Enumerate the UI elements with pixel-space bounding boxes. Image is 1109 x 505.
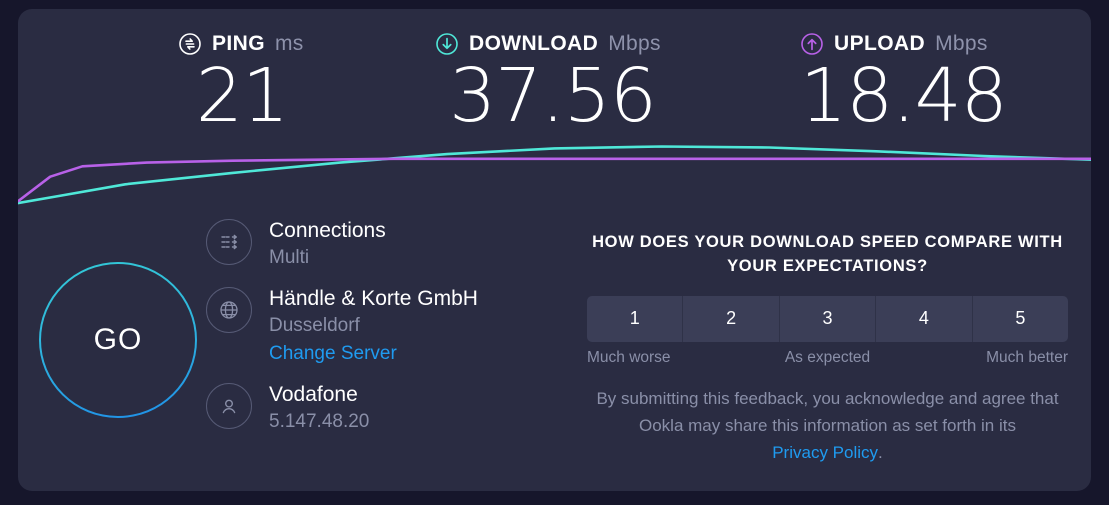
- speed-graph: [18, 139, 1091, 205]
- server-location: Dusseldorf: [269, 315, 360, 337]
- rating-button-group: 12345: [587, 295, 1068, 342]
- feedback-panel: HOW DOES YOUR DOWNLOAD SPEED COMPARE WIT…: [580, 231, 1075, 466]
- rating-button-4[interactable]: 4: [876, 295, 973, 342]
- isp-ip-address: 5.147.48.20: [269, 410, 370, 432]
- info-row-server: Händle & Korte GmbH Dusseldorf Change Se…: [206, 285, 536, 367]
- metrics-row: PING ms 21 DOWNLOAD Mbps 37.56 UPLOAD Mb…: [18, 9, 1091, 149]
- connections-title: Connections: [269, 219, 386, 242]
- rating-button-1[interactable]: 1: [587, 295, 684, 342]
- rating-button-5[interactable]: 5: [972, 295, 1068, 342]
- connections-icon: [206, 219, 252, 265]
- server-text: Händle & Korte GmbH Dusseldorf Change Se…: [269, 285, 478, 367]
- change-server-link[interactable]: Change Server: [269, 341, 397, 367]
- connections-text: Connections Multi: [269, 217, 386, 271]
- globe-icon: [206, 286, 252, 333]
- scale-label-low: Much worse: [587, 348, 671, 366]
- graph-line-download: [18, 145, 1091, 205]
- rating-button-3[interactable]: 3: [779, 295, 877, 342]
- feedback-disclaimer: By submitting this feedback, you acknowl…: [580, 385, 1075, 467]
- isp-name: Vodafone: [269, 382, 358, 406]
- connections-value: Multi: [269, 247, 310, 269]
- privacy-policy-link[interactable]: Privacy Policy: [772, 442, 878, 465]
- metric-ping-value: 21: [195, 53, 289, 139]
- person-icon: [206, 382, 252, 429]
- go-button-label: GO: [93, 323, 143, 356]
- speedtest-result-card: PING ms 21 DOWNLOAD Mbps 37.56 UPLOAD Mb…: [18, 9, 1091, 491]
- metric-ping: PING ms 21: [178, 31, 306, 133]
- rating-scale-labels: Much worse As expected Much better: [587, 349, 1068, 369]
- info-row-connections: Connections Multi: [206, 217, 536, 271]
- isp-text: Vodafone 5.147.48.20: [269, 381, 369, 435]
- scale-label-high: Much better: [986, 348, 1068, 366]
- disclaimer-text-before: By submitting this feedback, you acknowl…: [596, 388, 1059, 436]
- scale-label-mid: As expected: [784, 348, 871, 366]
- disclaimer-text-after: .: [878, 443, 883, 463]
- rating-button-2[interactable]: 2: [683, 295, 780, 342]
- metric-download-value: 37.56: [449, 53, 657, 139]
- metric-upload-value: 18.48: [800, 53, 1008, 139]
- metric-upload: UPLOAD Mbps 18.48: [800, 31, 1008, 139]
- graph-line-upload: [18, 157, 1091, 203]
- go-button[interactable]: GO: [39, 262, 197, 418]
- feedback-question: HOW DOES YOUR DOWNLOAD SPEED COMPARE WIT…: [592, 233, 1063, 275]
- server-name: Händle & Korte GmbH: [269, 286, 478, 310]
- connection-info: Connections Multi Händle & Korte GmbH Du…: [206, 217, 536, 448]
- info-row-isp: Vodafone 5.147.48.20: [206, 381, 536, 435]
- metric-download: DOWNLOAD Mbps 37.56: [435, 31, 670, 133]
